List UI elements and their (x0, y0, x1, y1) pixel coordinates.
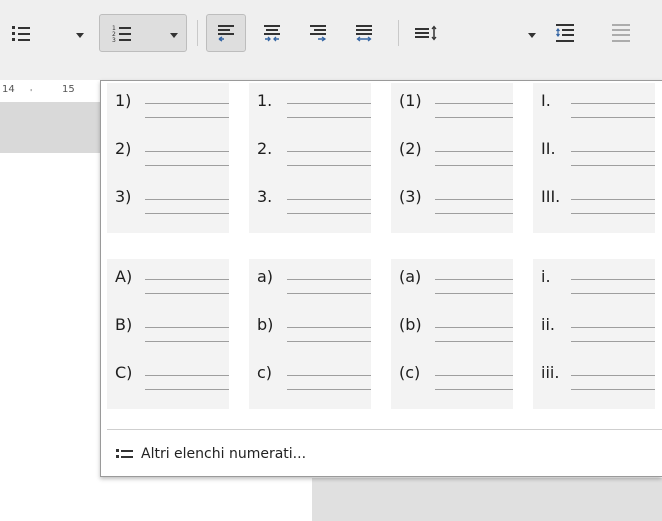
list-item: i. (541, 263, 659, 307)
list-item: (b) (399, 311, 517, 355)
list-marker: b) (257, 315, 274, 334)
chevron-down-icon (76, 24, 84, 43)
svg-text:3: 3 (112, 37, 116, 42)
preset-letters-lower-brackets[interactable]: (a) (b) (c) (391, 259, 513, 409)
numbered-list-icon (115, 447, 135, 461)
paragraph-spacing-increase-icon (554, 23, 576, 43)
list-item: II. (541, 135, 659, 179)
list-item: III. (541, 183, 659, 227)
list-item: a) (257, 263, 375, 307)
list-marker: 1. (257, 91, 273, 110)
list-item: c) (257, 359, 375, 403)
list-marker: (1) (399, 91, 422, 110)
list-item: 3) (115, 183, 233, 227)
list-marker: 3. (257, 187, 273, 206)
preset-roman-upper[interactable]: I. II. III. (533, 83, 655, 233)
list-marker: B) (115, 315, 133, 334)
list-marker: 1) (115, 91, 132, 110)
list-item: (c) (399, 359, 517, 403)
align-center-icon (262, 23, 282, 43)
preset-roman-lower[interactable]: i. ii. iii. (533, 259, 655, 409)
list-marker: 3) (115, 187, 132, 206)
line-spacing-dropdown[interactable] (524, 14, 540, 52)
list-item: iii. (541, 359, 659, 403)
toolbar-separator (398, 20, 399, 46)
decrease-paragraph-spacing-button[interactable] (604, 14, 638, 52)
list-item: C) (115, 359, 233, 403)
menu-separator (107, 429, 662, 430)
preset-letters-upper-parenthesis[interactable]: A) B) C) (107, 259, 229, 409)
list-marker: III. (541, 187, 561, 206)
line-spacing-icon (414, 24, 440, 42)
list-marker: I. (541, 91, 551, 110)
ruler-tick-mark: ' (30, 88, 33, 97)
list-item: A) (115, 263, 233, 307)
list-item: (3) (399, 183, 517, 227)
list-marker: (2) (399, 139, 422, 158)
document-background (312, 478, 662, 521)
list-marker: 2) (115, 139, 132, 158)
list-item: ii. (541, 311, 659, 355)
paragraph-spacing-decrease-icon (610, 23, 632, 43)
line-spacing-button[interactable] (410, 14, 444, 52)
bullet-list-button[interactable] (6, 14, 36, 52)
list-marker: II. (541, 139, 556, 158)
list-item: 2) (115, 135, 233, 179)
bullet-list-dropdown[interactable] (72, 14, 88, 52)
align-justify-icon (354, 23, 374, 43)
preset-numbers-brackets[interactable]: (1) (2) (3) (391, 83, 513, 233)
list-item: b) (257, 311, 375, 355)
list-marker: a) (257, 267, 274, 286)
list-item: (1) (399, 87, 517, 131)
list-item: 1) (115, 87, 233, 131)
justify-button[interactable] (344, 14, 384, 52)
ruler-tick-label: 14 (2, 84, 15, 95)
increase-paragraph-spacing-button[interactable] (548, 14, 582, 52)
list-marker: i. (541, 267, 551, 286)
align-center-button[interactable] (252, 14, 292, 52)
list-marker: (3) (399, 187, 422, 206)
toolbar-separator (197, 20, 198, 46)
formatting-toolbar: 123 (0, 0, 662, 80)
list-marker: c) (257, 363, 273, 382)
list-item: (a) (399, 263, 517, 307)
preset-numbers-dot[interactable]: 1. 2. 3. (249, 83, 371, 233)
chevron-down-icon (170, 24, 178, 43)
list-marker: 2. (257, 139, 273, 158)
align-right-icon (308, 23, 328, 43)
chevron-down-icon (528, 24, 536, 43)
document-margin (0, 102, 100, 153)
align-left-icon (216, 23, 236, 43)
numbering-dropdown-menu: 1) 2) 3) 1. 2. 3. (1) (2) (3) I. II. III… (100, 80, 662, 477)
list-marker: ii. (541, 315, 555, 334)
more-numbering-button[interactable]: Altri elenchi numerati... (115, 443, 306, 465)
list-marker: (c) (399, 363, 421, 382)
preset-letters-lower-parenthesis[interactable]: a) b) c) (249, 259, 371, 409)
list-marker: iii. (541, 363, 560, 382)
list-marker: (a) (399, 267, 422, 286)
numbered-list-icon: 123 (112, 24, 132, 42)
list-item: 3. (257, 183, 375, 227)
align-left-button[interactable] (206, 14, 246, 52)
list-item: (2) (399, 135, 517, 179)
list-item: 1. (257, 87, 375, 131)
ruler-tick-label: 15 (62, 84, 75, 95)
list-item: 2. (257, 135, 375, 179)
more-numbering-label: Altri elenchi numerati... (141, 446, 307, 462)
list-item: I. (541, 87, 659, 131)
horizontal-ruler: 14 ' 15 (0, 80, 100, 102)
align-right-button[interactable] (298, 14, 338, 52)
preset-numbers-parenthesis[interactable]: 1) 2) 3) (107, 83, 229, 233)
list-item: B) (115, 311, 233, 355)
list-marker: (b) (399, 315, 422, 334)
list-marker: C) (115, 363, 133, 382)
list-marker: A) (115, 267, 133, 286)
numbered-list-dropdown[interactable] (166, 14, 182, 52)
bullet-list-icon (11, 24, 31, 42)
